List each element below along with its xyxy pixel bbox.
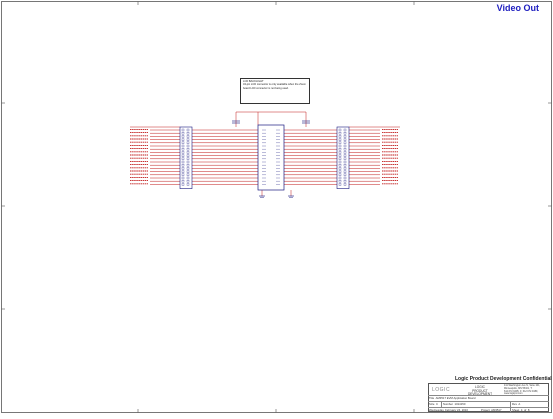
- title-block-divider: [441, 401, 442, 407]
- of-value: 8: [527, 408, 530, 412]
- left-header-body: [179, 126, 193, 189]
- number-label: Number: [443, 402, 453, 406]
- project-label: Project: [481, 408, 490, 412]
- sheet-value: 4: [520, 408, 523, 412]
- title-label: Title: [429, 396, 435, 400]
- project-value: AM3517: [491, 408, 502, 412]
- component-group: [179, 120, 350, 198]
- sheet-title: Video Out: [496, 3, 539, 13]
- title-value: AM3517 EVM Application Board: [435, 396, 476, 400]
- center-connector-body: [257, 124, 285, 191]
- schematic-canvas: [1, 1, 552, 413]
- backlight-note: LCD BACKLIGHT 34-pin LCD connector is on…: [240, 78, 310, 104]
- title-block-divider: [510, 401, 511, 412]
- number-value: 1014150: [454, 402, 466, 406]
- sheet-cell: Sheet 4 of 8: [512, 408, 529, 412]
- date-value: Wednesday, February 24, 2010: [429, 408, 468, 412]
- sheet-label: Sheet: [512, 408, 520, 412]
- confidential-label: Logic Product Development Confidential: [455, 376, 552, 382]
- schematic-sheet: Video Out LCD BACKLIGHT 34-pin LCD conne…: [0, 0, 553, 414]
- of-label: of: [524, 408, 527, 412]
- title-row: Title AM3517 EVM Application Board: [429, 396, 475, 400]
- size-cell: Size C: [429, 402, 438, 406]
- note-body: 34-pin LCD connector is only available w…: [243, 83, 306, 90]
- company-logo: LOGIC: [432, 387, 451, 393]
- rev-value: A: [518, 402, 521, 406]
- project-cell: Project AM3517: [481, 408, 502, 412]
- zone-ticks: [1, 1, 552, 413]
- right-header-body: [336, 126, 350, 189]
- rev-cell: Rev A: [512, 402, 520, 406]
- size-label: Size: [429, 402, 435, 406]
- rev-label: Rev: [512, 402, 517, 406]
- date-cell: Wednesday, February 24, 2010: [429, 408, 468, 412]
- sheet-border: [1, 1, 552, 413]
- number-cell: Number 1014150: [443, 402, 465, 406]
- size-value: C: [436, 402, 439, 406]
